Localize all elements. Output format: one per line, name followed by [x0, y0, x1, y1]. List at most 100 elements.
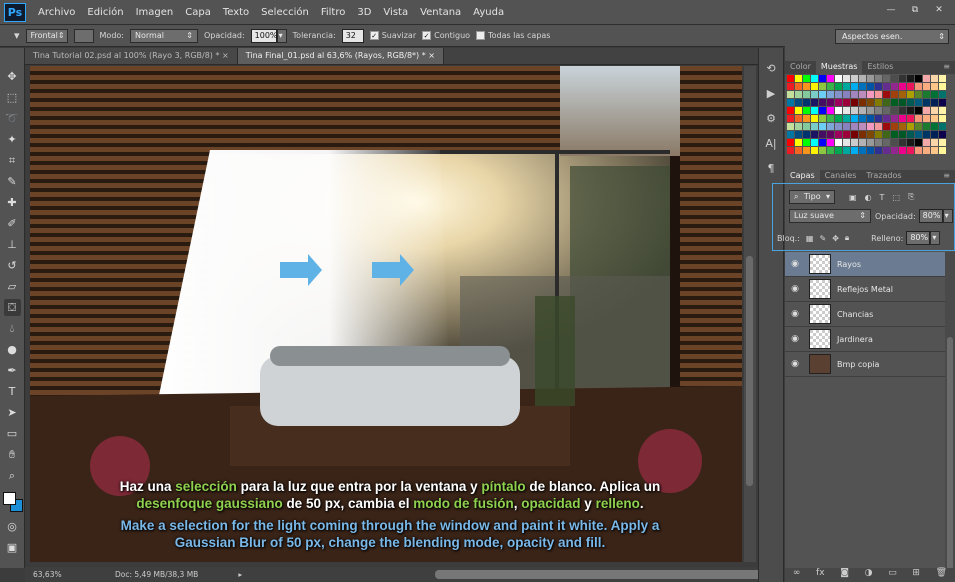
color-swatch[interactable] [787, 91, 794, 98]
paint-bucket-icon[interactable]: ⛋ [3, 299, 21, 316]
color-swatch[interactable] [835, 139, 842, 146]
layer-row[interactable]: ◉ Chancias [785, 302, 945, 327]
color-swatch[interactable] [859, 131, 866, 138]
color-swatch[interactable] [915, 83, 922, 90]
color-swatch[interactable] [843, 91, 850, 98]
color-swatch[interactable] [875, 91, 882, 98]
color-swatch[interactable] [931, 115, 938, 122]
color-swatch[interactable] [939, 139, 946, 146]
color-swatch[interactable] [867, 91, 874, 98]
color-swatch[interactable] [835, 91, 842, 98]
color-swatch[interactable] [811, 115, 818, 122]
healing-icon[interactable]: ✚ [4, 194, 21, 211]
color-swatch[interactable] [923, 131, 930, 138]
color-swatch[interactable] [843, 83, 850, 90]
visibility-eye-icon[interactable]: ◉ [785, 334, 805, 344]
filter-shape-icon[interactable]: ⬚ [892, 193, 900, 202]
color-swatch[interactable] [923, 123, 930, 130]
layer-filter-select[interactable]: ⌕ Tipo ▾ [789, 190, 835, 204]
color-swatch[interactable] [819, 91, 826, 98]
character-icon[interactable]: A| [765, 137, 776, 150]
color-swatch[interactable] [843, 99, 850, 106]
color-swatch[interactable] [819, 75, 826, 82]
color-swatch[interactable] [875, 115, 882, 122]
color-swatch[interactable] [819, 107, 826, 114]
color-swatch[interactable] [931, 91, 938, 98]
layer-name[interactable]: Bmp copia [837, 360, 879, 369]
color-swatch[interactable] [803, 107, 810, 114]
color-swatch[interactable] [923, 75, 930, 82]
color-swatch[interactable] [891, 99, 898, 106]
color-swatch[interactable] [931, 147, 938, 154]
color-swatch[interactable] [803, 115, 810, 122]
minimize-icon[interactable]: — [881, 3, 901, 18]
color-swatch[interactable] [787, 139, 794, 146]
pen-icon[interactable]: ✒ [4, 362, 21, 379]
color-swatch[interactable] [915, 139, 922, 146]
color-swatch[interactable] [883, 115, 890, 122]
color-swatch[interactable] [851, 75, 858, 82]
color-swatch[interactable] [931, 83, 938, 90]
color-swatch[interactable] [931, 123, 938, 130]
fill-source-select[interactable]: Frontal ⇕ [25, 28, 68, 43]
color-swatch[interactable] [835, 107, 842, 114]
color-swatch[interactable] [787, 75, 794, 82]
panel-menu-icon[interactable]: ≡ [938, 61, 955, 74]
color-swatch[interactable] [875, 107, 882, 114]
color-swatch[interactable] [875, 123, 882, 130]
color-swatch[interactable] [803, 83, 810, 90]
color-swatch[interactable] [899, 115, 906, 122]
color-swatch[interactable] [915, 107, 922, 114]
color-swatch[interactable] [891, 91, 898, 98]
color-swatch[interactable] [859, 147, 866, 154]
hand-icon[interactable]: ✋︎ [4, 446, 21, 463]
color-swatch[interactable] [867, 131, 874, 138]
color-swatch[interactable] [811, 99, 818, 106]
zoom-icon[interactable]: ⌕ [4, 467, 21, 484]
color-swatch[interactable] [803, 139, 810, 146]
color-swatch[interactable] [867, 147, 874, 154]
layer-name[interactable]: Jardinera [837, 335, 873, 344]
menu-item-filtro[interactable]: Filtro [315, 7, 352, 18]
color-swatch[interactable] [891, 115, 898, 122]
properties-icon[interactable]: ⚙ [766, 112, 776, 125]
tab-swatches[interactable]: Muestras [815, 61, 863, 74]
menu-item-seleccion[interactable]: Selección [255, 7, 315, 18]
color-swatch[interactable] [875, 83, 882, 90]
menu-item-texto[interactable]: Texto [217, 7, 255, 18]
color-swatch[interactable] [795, 75, 802, 82]
layers-scrollbar[interactable] [945, 252, 955, 572]
color-swatch[interactable] [883, 99, 890, 106]
all-layers-checkbox[interactable]: Todas las capas [476, 31, 550, 40]
color-swatch[interactable] [787, 131, 794, 138]
color-swatch[interactable] [795, 99, 802, 106]
layer-name[interactable]: Rayos [837, 260, 861, 269]
filter-pixel-icon[interactable]: ▣ [849, 193, 857, 202]
color-swatch[interactable] [859, 91, 866, 98]
color-swatch[interactable] [811, 91, 818, 98]
color-swatch[interactable] [819, 131, 826, 138]
color-picker[interactable] [0, 492, 24, 518]
history-brush-icon[interactable]: ↺ [4, 257, 21, 274]
menu-item-archivo[interactable]: Archivo [32, 7, 81, 18]
color-swatch[interactable] [939, 115, 946, 122]
color-swatch[interactable] [803, 75, 810, 82]
scrollbar-thumb[interactable] [746, 256, 753, 486]
color-swatch[interactable] [851, 115, 858, 122]
color-swatch[interactable] [803, 91, 810, 98]
color-swatch[interactable] [787, 83, 794, 90]
color-swatch[interactable] [843, 75, 850, 82]
color-swatch[interactable] [787, 107, 794, 114]
lock-all-icon[interactable]: 🔒︎ [845, 233, 849, 243]
color-swatch[interactable] [923, 83, 930, 90]
color-swatch[interactable] [827, 147, 834, 154]
panel-menu-icon[interactable]: ≡ [938, 170, 955, 183]
color-swatch[interactable] [915, 115, 922, 122]
menu-item-capa[interactable]: Capa [179, 7, 217, 18]
menu-item-vista[interactable]: Vista [377, 7, 414, 18]
color-swatch[interactable] [875, 131, 882, 138]
quick-mask-icon[interactable]: ◎ [4, 518, 21, 535]
color-swatch[interactable] [931, 139, 938, 146]
color-swatch[interactable] [923, 107, 930, 114]
color-swatch[interactable] [827, 83, 834, 90]
